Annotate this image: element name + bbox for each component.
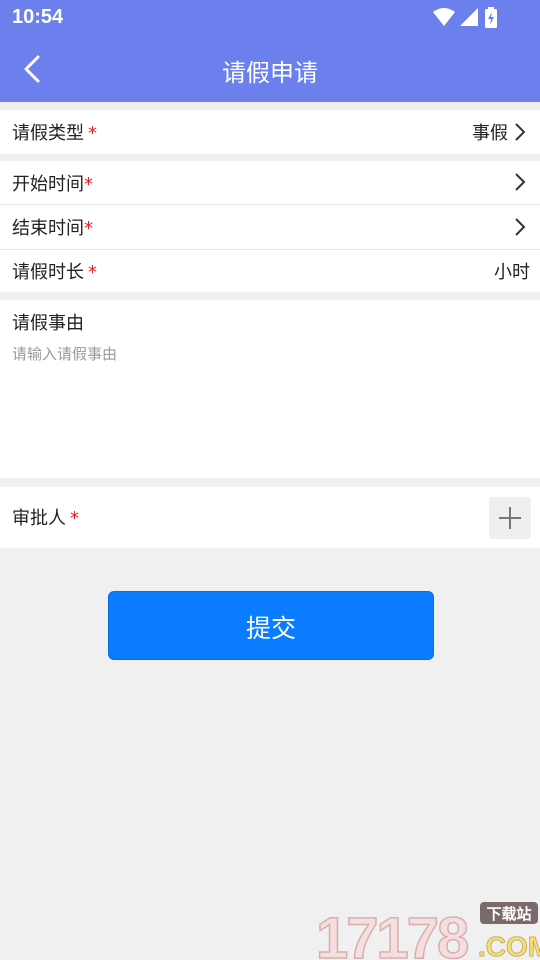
- reason-label: 请假事由: [12, 313, 84, 334]
- leave-type-section: 请假类型 * 事假: [0, 110, 540, 154]
- plus-icon: [499, 507, 521, 529]
- leave-type-label: 请假类型 *: [12, 123, 97, 144]
- watermark-logo: 17178 下载站 .COM: [316, 902, 540, 960]
- required-mark: *: [88, 262, 97, 283]
- app-header: 10:54 请假申请: [0, 0, 540, 102]
- required-mark: *: [70, 508, 79, 529]
- duration-unit: 小时: [494, 262, 530, 283]
- duration-label: 请假时长 *: [12, 262, 97, 283]
- watermark-tag: 下载站: [486, 905, 531, 923]
- time-section: 开始时间* 结束时间* 请假时长 * 小时: [0, 161, 540, 292]
- duration-row[interactable]: 请假时长 * 小时: [0, 250, 540, 294]
- end-time-row[interactable]: 结束时间*: [0, 205, 540, 249]
- chevron-right-icon: [515, 173, 526, 191]
- start-time-row[interactable]: 开始时间*: [0, 161, 540, 205]
- approver-section: 审批人 *: [0, 487, 540, 548]
- submit-button[interactable]: 提交: [108, 591, 434, 660]
- chevron-right-icon: [515, 123, 526, 141]
- watermark-suffix: .COM: [478, 931, 540, 960]
- required-mark: *: [84, 174, 93, 195]
- leave-type-row[interactable]: 请假类型 * 事假: [0, 110, 540, 154]
- battery-icon: [485, 7, 497, 28]
- chevron-right-icon: [515, 218, 526, 236]
- end-time-label: 结束时间*: [12, 218, 93, 239]
- reason-section: 请假事由 请输入请假事由: [0, 300, 540, 478]
- approver-label: 审批人 *: [12, 508, 79, 529]
- wifi-icon: [433, 8, 455, 26]
- watermark-brand: 17178: [316, 906, 468, 960]
- start-time-label: 开始时间*: [12, 174, 93, 195]
- required-mark: *: [88, 123, 97, 144]
- nav-bar: 请假申请: [0, 36, 540, 102]
- reason-input[interactable]: 请输入请假事由: [12, 343, 117, 364]
- signal-icon: [460, 8, 478, 26]
- submit-label: 提交: [245, 614, 296, 643]
- required-mark: *: [84, 218, 93, 239]
- status-bar: 10:54: [0, 0, 540, 36]
- status-time: 10:54: [12, 6, 64, 28]
- add-approver-button[interactable]: [489, 497, 531, 539]
- page-title: 请假申请: [222, 59, 318, 87]
- leave-type-value: 事假: [472, 123, 508, 144]
